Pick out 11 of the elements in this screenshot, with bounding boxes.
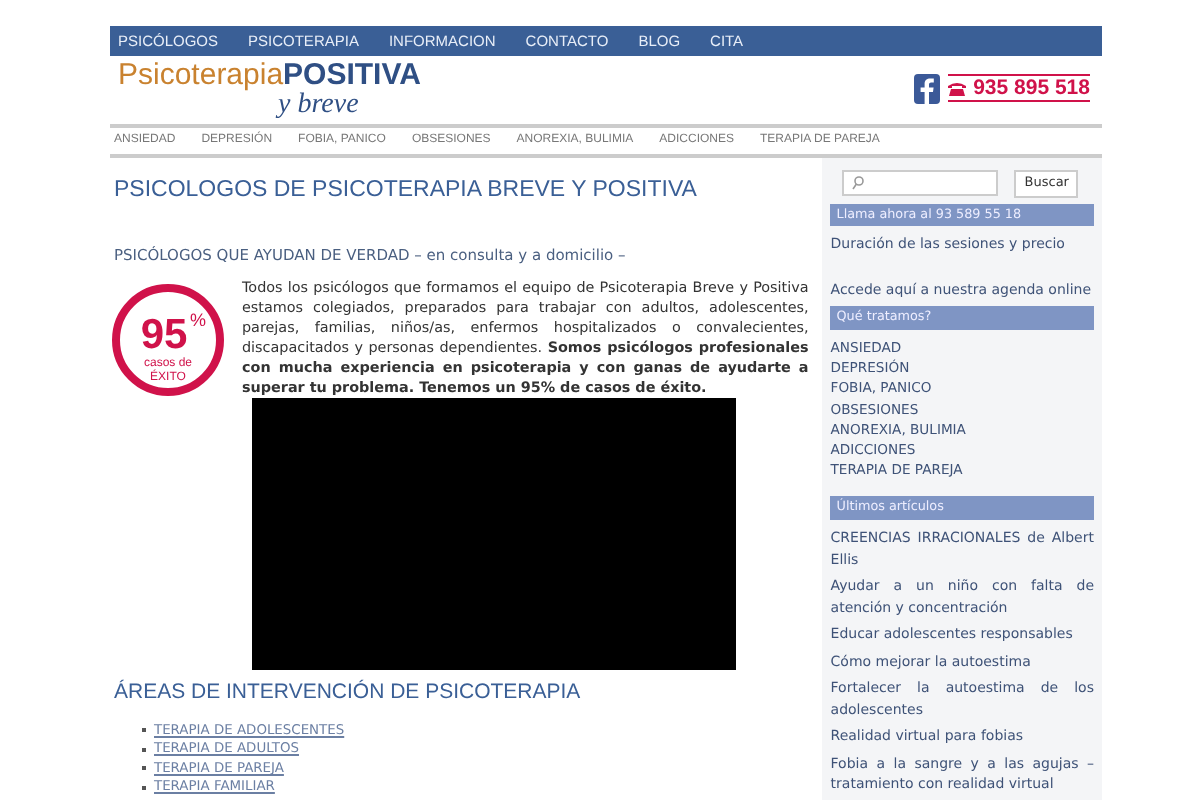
logo-text[interactable]: Psicoterapia <box>118 58 284 92</box>
logo-text[interactable]: POSITIVA <box>283 58 421 92</box>
phone-number[interactable]: 935 895 518 <box>973 76 1090 100</box>
logo-tagline[interactable]: y breve <box>278 94 421 118</box>
video-player[interactable] <box>252 397 736 669</box>
telephone-icon <box>947 81 966 95</box>
page-title: PSICOLOGOS DE PSICOTERAPIA BREVE Y POSITIVA <box>114 176 699 206</box>
search-icon <box>852 176 865 191</box>
facebook-icon[interactable] <box>913 73 940 103</box>
search-field[interactable] <box>842 170 999 197</box>
section-heading: ÁREAS DE INTERVENCIÓN DE PSICOTERAPIA <box>114 677 583 707</box>
